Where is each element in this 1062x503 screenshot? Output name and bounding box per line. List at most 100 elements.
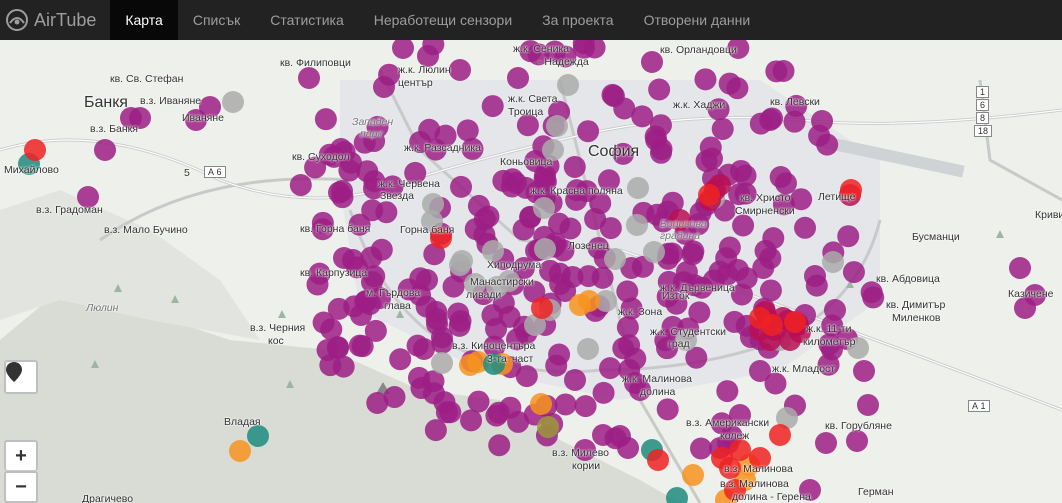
sensor-marker-purple[interactable] — [631, 105, 654, 128]
sensor-marker-purple[interactable] — [749, 360, 771, 382]
sensor-marker-purple[interactable] — [549, 272, 572, 295]
sensor-marker-purple[interactable] — [837, 225, 860, 248]
sensor-marker-purple[interactable] — [373, 76, 395, 98]
nav-item-about[interactable]: За проекта — [527, 0, 628, 40]
nav-item-open-data[interactable]: Отворени данни — [629, 0, 766, 40]
sensor-marker-purple[interactable] — [794, 216, 817, 239]
zoom-in-button[interactable]: + — [4, 440, 38, 471]
sensor-marker-purple[interactable] — [348, 334, 371, 357]
sensor-marker-purple[interactable] — [689, 437, 712, 460]
sensor-marker-teal[interactable] — [247, 425, 269, 447]
sensor-marker-purple[interactable] — [592, 424, 614, 446]
sensor-marker-purple[interactable] — [314, 108, 337, 131]
sensor-marker-purple[interactable] — [694, 68, 717, 91]
sensor-marker-grey[interactable] — [534, 238, 556, 260]
sensor-marker-purple[interactable] — [711, 117, 734, 140]
sensor-marker-purple[interactable] — [289, 174, 312, 197]
sensor-marker-purple[interactable] — [332, 355, 355, 378]
sensor-marker-purple[interactable] — [765, 60, 788, 83]
sensor-marker-grey[interactable] — [822, 251, 844, 273]
sensor-marker-purple[interactable] — [507, 67, 529, 89]
sensor-marker-purple[interactable] — [389, 348, 412, 371]
brand[interactable]: AirTube — [0, 0, 110, 40]
sensor-marker-teal[interactable] — [666, 487, 688, 503]
sensor-marker-grey[interactable] — [222, 91, 244, 113]
sensor-marker-purple[interactable] — [563, 155, 586, 178]
sensor-marker-purple[interactable] — [591, 266, 614, 289]
sensor-marker-grey[interactable] — [546, 115, 568, 137]
sensor-marker-purple[interactable] — [515, 365, 538, 388]
sensor-marker-purple[interactable] — [488, 434, 511, 457]
sensor-marker-grey[interactable] — [643, 241, 665, 263]
sensor-marker-orange[interactable] — [569, 294, 591, 316]
sensor-marker-purple[interactable] — [512, 218, 535, 241]
sensor-marker-purple[interactable] — [853, 360, 875, 382]
sensor-marker-purple[interactable] — [574, 395, 597, 418]
sensor-marker-grey[interactable] — [557, 74, 579, 96]
sensor-marker-grey[interactable] — [627, 177, 649, 199]
sensor-marker-purple[interactable] — [617, 437, 639, 459]
sensor-marker-purple[interactable] — [726, 77, 749, 100]
sensor-marker-purple[interactable] — [333, 247, 355, 269]
sensor-marker-purple[interactable] — [467, 390, 490, 413]
sensor-marker-purple[interactable] — [449, 309, 472, 332]
sensor-marker-purple[interactable] — [456, 119, 479, 142]
sensor-marker-grey[interactable] — [626, 214, 648, 236]
nav-item-list[interactable]: Списък — [178, 0, 255, 40]
sensor-marker-purple[interactable] — [649, 141, 672, 164]
sensor-marker-orange[interactable] — [682, 464, 704, 486]
sensor-marker-purple[interactable] — [481, 304, 504, 327]
map-canvas[interactable]: кв. Св. Стефан кв. Филиповци ж.к. Люлин … — [0, 40, 1062, 503]
sensor-marker-purple[interactable] — [370, 238, 393, 261]
sensor-marker-purple[interactable] — [759, 247, 782, 270]
locate-button[interactable] — [4, 360, 38, 394]
sensor-marker-red[interactable] — [769, 424, 791, 446]
sensor-marker-red[interactable] — [647, 449, 669, 471]
sensor-marker-purple[interactable] — [449, 59, 471, 81]
sensor-marker-purple[interactable] — [413, 338, 435, 360]
sensor-marker-purple[interactable] — [366, 392, 389, 415]
sensor-marker-purple[interactable] — [450, 175, 473, 198]
sensor-marker-purple[interactable] — [485, 404, 508, 427]
sensor-marker-grey[interactable] — [431, 352, 453, 374]
sensor-marker-purple[interactable] — [312, 311, 335, 334]
sensor-marker-purple[interactable] — [759, 108, 782, 131]
sensor-marker-purple[interactable] — [599, 357, 622, 380]
sensor-marker-purple[interactable] — [815, 432, 837, 454]
sensor-marker-purple[interactable] — [1009, 257, 1031, 279]
sensor-marker-purple[interactable] — [392, 40, 414, 59]
sensor-marker-purple[interactable] — [857, 394, 879, 416]
sensor-marker-purple[interactable] — [426, 313, 448, 335]
sensor-marker-purple[interactable] — [94, 139, 116, 161]
sensor-marker-red[interactable] — [531, 297, 553, 319]
nav-item-broken-sensors[interactable]: Неработещи сензори — [359, 0, 527, 40]
sensor-marker-purple[interactable] — [649, 114, 672, 137]
sensor-marker-red[interactable] — [698, 184, 720, 206]
sensor-marker-purple[interactable] — [592, 381, 615, 404]
sensor-marker-orange[interactable] — [530, 393, 552, 415]
sensor-marker-olive[interactable] — [537, 416, 559, 438]
sensor-marker-purple[interactable] — [648, 78, 671, 101]
sensor-marker-purple[interactable] — [846, 430, 868, 452]
sensor-marker-purple[interactable] — [407, 366, 430, 389]
sensor-marker-orange[interactable] — [229, 440, 251, 462]
sensor-marker-purple[interactable] — [862, 286, 885, 309]
sensor-marker-purple[interactable] — [808, 124, 831, 147]
sensor-marker-purple[interactable] — [327, 337, 349, 359]
sensor-marker-purple[interactable] — [439, 401, 462, 424]
sensor-marker-purple[interactable] — [824, 299, 846, 321]
sensor-marker-purple[interactable] — [681, 243, 704, 266]
sensor-marker-purple[interactable] — [548, 343, 571, 366]
sensor-marker-purple[interactable] — [616, 280, 639, 303]
sensor-marker-purple[interactable] — [769, 165, 792, 188]
sensor-marker-purple[interactable] — [501, 168, 524, 191]
sensor-marker-purple[interactable] — [601, 83, 624, 106]
sensor-marker-red[interactable] — [749, 307, 771, 329]
sensor-marker-purple[interactable] — [460, 409, 483, 432]
sensor-marker-purple[interactable] — [442, 275, 465, 298]
sensor-marker-purple[interactable] — [1014, 297, 1036, 319]
sensor-marker-purple[interactable] — [716, 380, 739, 403]
sensor-marker-purple[interactable] — [842, 261, 865, 284]
sensor-marker-purple[interactable] — [599, 217, 622, 240]
sensor-marker-purple[interactable] — [723, 310, 746, 333]
